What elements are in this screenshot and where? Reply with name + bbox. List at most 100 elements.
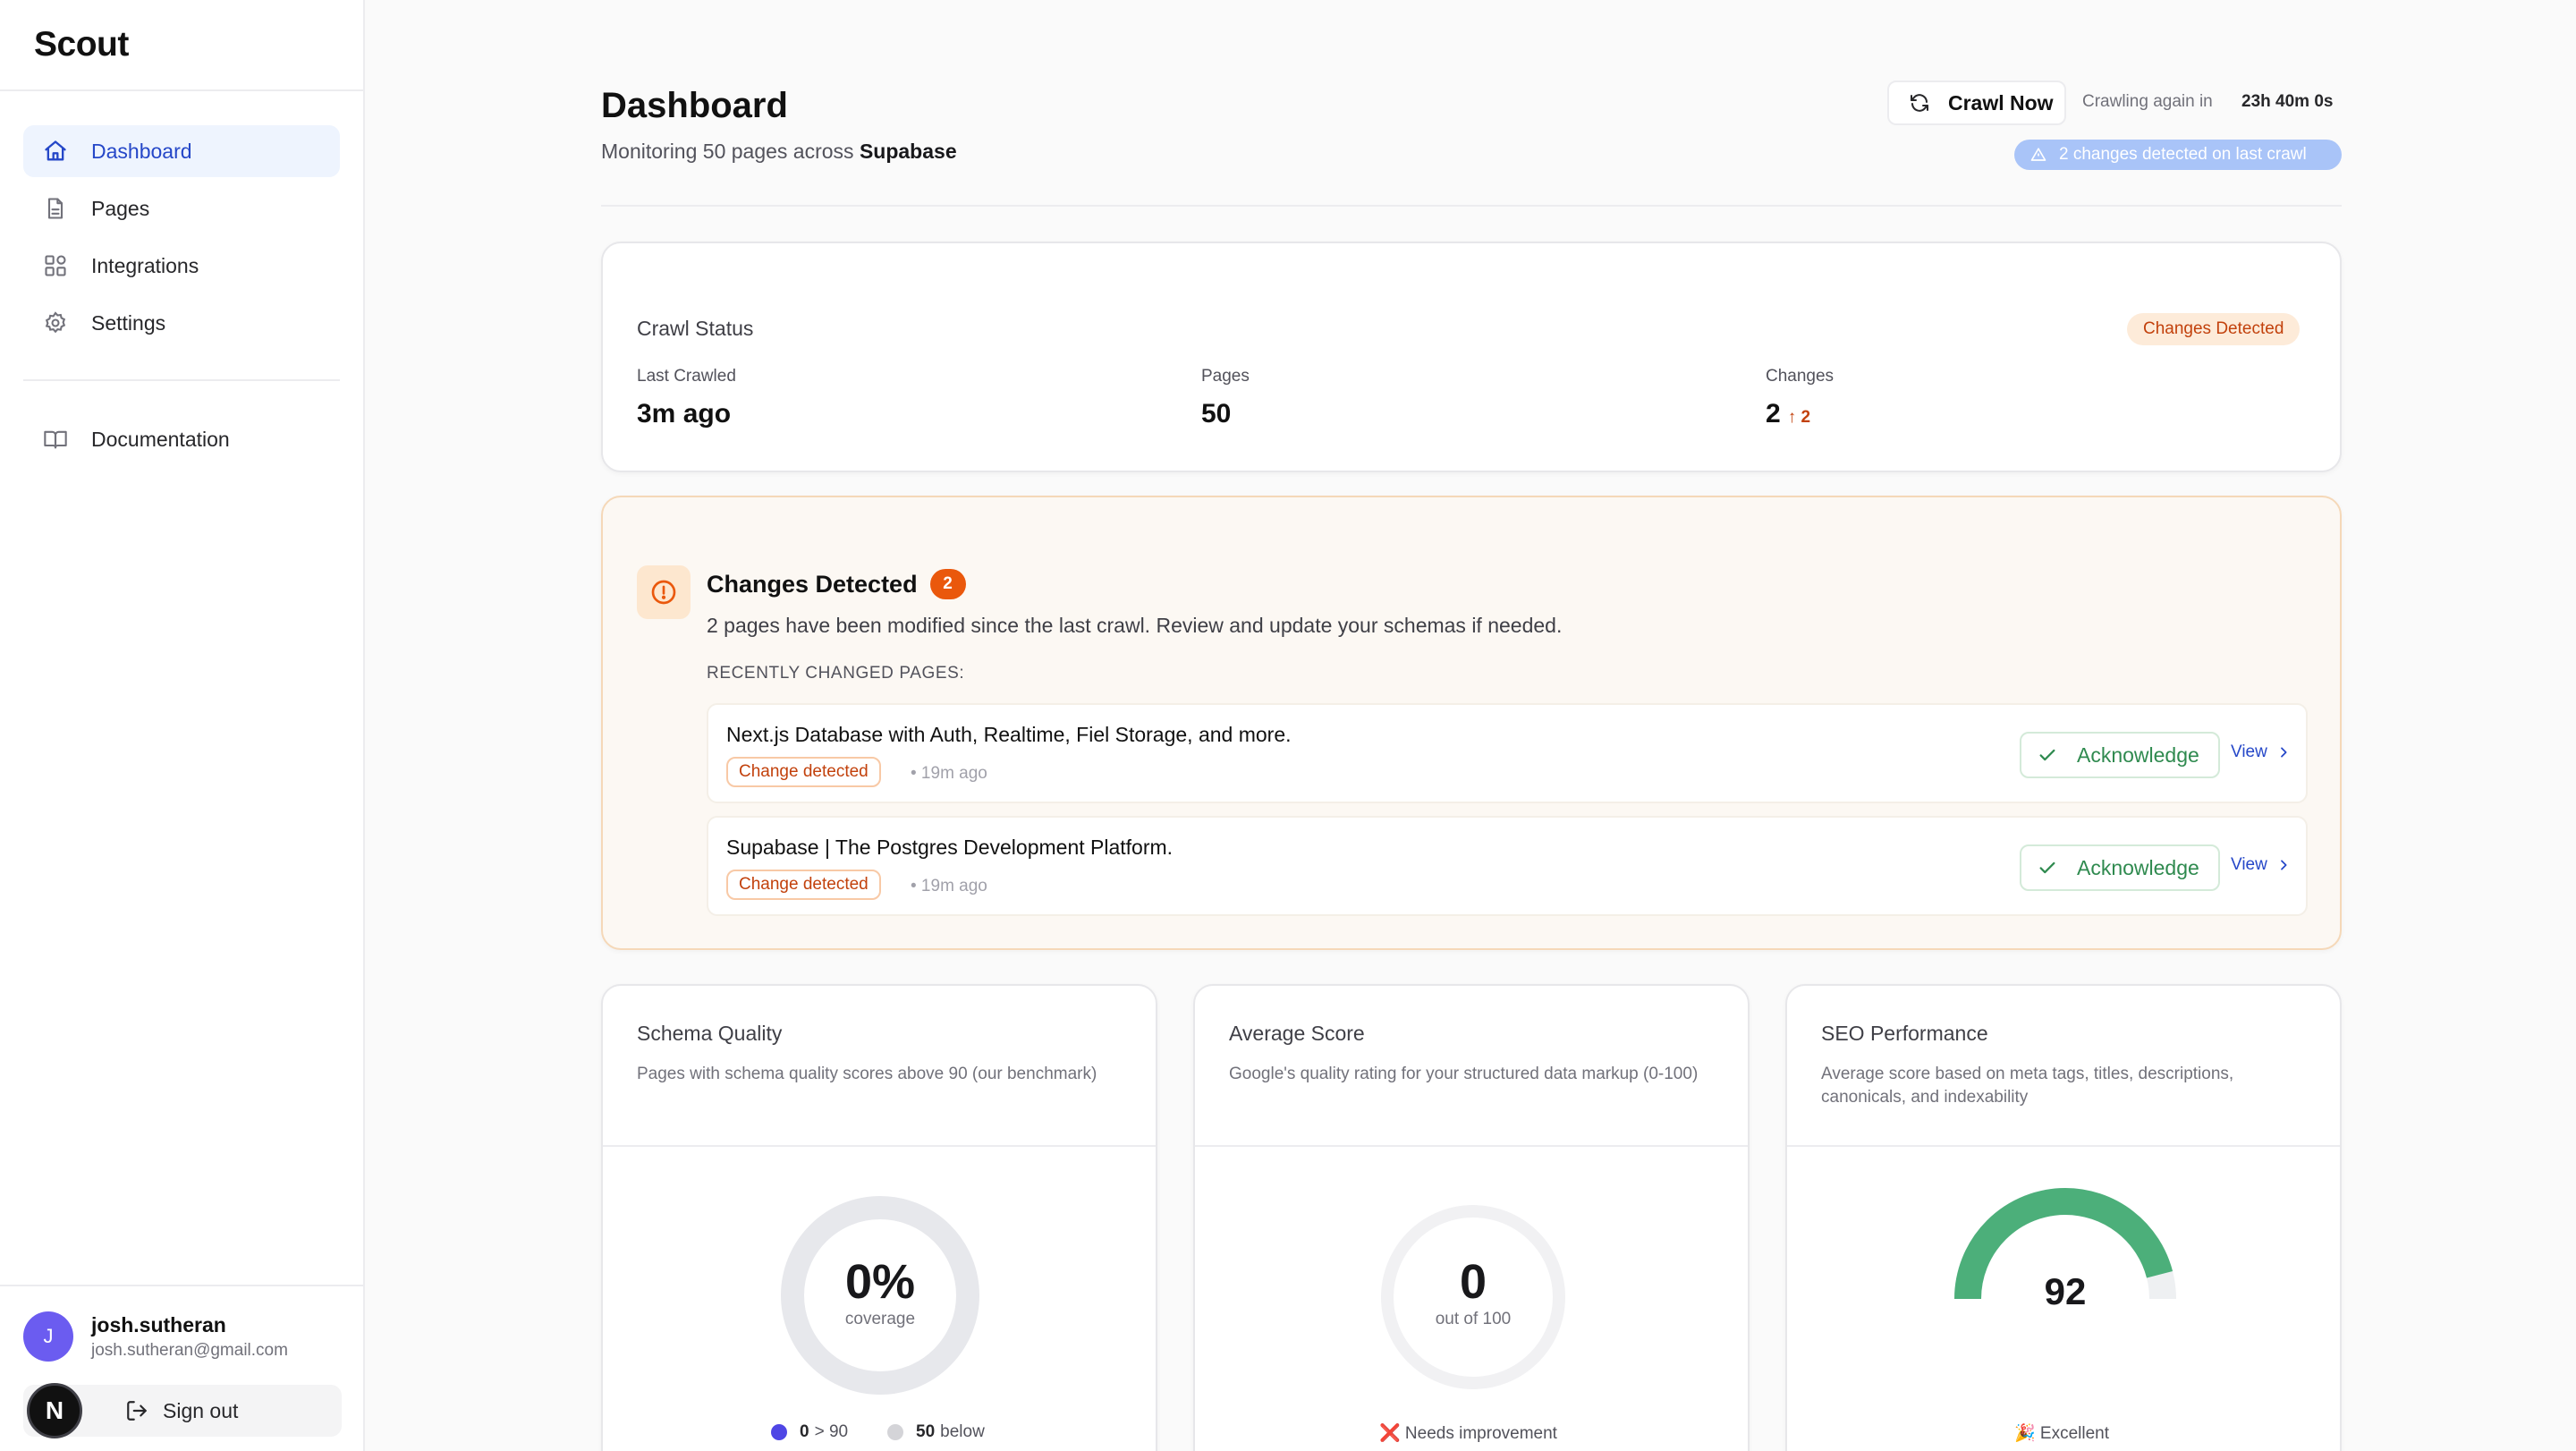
seo-value: 92: [2044, 1270, 2087, 1312]
sidebar-divider: [23, 379, 340, 381]
header-divider: [601, 205, 2342, 207]
seo-performance-card: SEO Performance Average score based on m…: [1785, 984, 2342, 1451]
seo-performance-description: Average score based on meta tags, titles…: [1821, 1065, 2234, 1107]
grid-icon: [41, 251, 70, 280]
sidebar-item-dashboard[interactable]: Dashboard: [23, 125, 340, 177]
crawl-now-label: Crawl Now: [1948, 90, 2054, 115]
crawl-status-title: Crawl Status: [637, 317, 754, 340]
seo-readout: 92: [1949, 1270, 2182, 1313]
score-status: ❌ Needs improvement: [1379, 1424, 1557, 1443]
user-name: josh.sutheran: [91, 1312, 226, 1336]
chevron-right-icon: [2276, 745, 2291, 759]
sign-out-label: Sign out: [163, 1398, 239, 1422]
view-link[interactable]: View: [2231, 742, 2291, 762]
changes-detected-pill[interactable]: 2 changes detected on last crawl: [2014, 140, 2342, 170]
sidebar-secondary-nav: Documentation: [0, 413, 363, 465]
stat-value-text: 50: [1201, 399, 1232, 429]
view-link[interactable]: View: [2231, 855, 2291, 875]
crawl-now-button[interactable]: Crawl Now: [1887, 81, 2066, 125]
legend-count: 50: [916, 1422, 936, 1441]
stat-value-text: 2: [1766, 399, 1781, 429]
dev-tools-badge[interactable]: N: [27, 1383, 82, 1438]
sidebar-item-settings[interactable]: Settings: [23, 297, 340, 349]
list-item: Next.js Database with Auth, Realtime, Fi…: [707, 703, 2308, 803]
stat-label: Last Crawled: [637, 367, 736, 386]
average-score-card: Average Score Google's quality rating fo…: [1193, 984, 1750, 1451]
legend-dot-below: [887, 1424, 903, 1440]
coverage-readout: 0% coverage: [773, 1254, 987, 1329]
changes-count-badge: 2: [929, 569, 966, 599]
changes-pill-text: 2 changes detected on last crawl: [2059, 145, 2307, 164]
coverage-caption: coverage: [844, 1310, 916, 1328]
page-subtitle: Monitoring 50 pages across Supabase: [601, 140, 957, 164]
legend-label: > 90: [814, 1422, 849, 1441]
change-time: • 19m ago: [911, 877, 987, 895]
stat-label: Changes: [1766, 367, 1835, 386]
user-profile[interactable]: J josh.sutheran josh.sutheran@gmail.com: [23, 1311, 288, 1362]
stat-value: 50: [1201, 399, 1250, 429]
change-detected-badge: Change detected: [726, 870, 881, 900]
change-detected-badge: Change detected: [726, 757, 881, 787]
home-icon: [41, 137, 70, 165]
card-divider: [1787, 1145, 2340, 1147]
status-badge: Changes Detected: [2127, 313, 2301, 345]
page-title: Dashboard: [601, 86, 788, 125]
schema-quality-title: Schema Quality: [637, 1022, 783, 1045]
sidebar-item-documentation[interactable]: Documentation: [23, 413, 340, 465]
changed-page-title: Next.js Database with Auth, Realtime, Fi…: [726, 723, 1292, 746]
acknowledge-label: Acknowledge: [2077, 855, 2199, 879]
sidebar-item-label: Settings: [91, 310, 166, 335]
legend-count: 0: [800, 1422, 809, 1441]
sign-out-icon: [125, 1399, 148, 1422]
average-score-description: Google's quality rating for your structu…: [1229, 1065, 1699, 1083]
gear-icon: [41, 309, 70, 337]
view-label: View: [2231, 855, 2267, 874]
stat-pages: Pages 50: [1201, 367, 1250, 429]
sidebar-item-label: Pages: [91, 196, 150, 220]
app-logo[interactable]: Scout: [0, 0, 363, 91]
sidebar-item-pages[interactable]: Pages: [23, 182, 340, 234]
card-divider: [1195, 1145, 1748, 1147]
user-email: josh.sutheran@gmail.com: [91, 1340, 288, 1360]
schema-quality-card: Schema Quality Pages with schema quality…: [601, 984, 1157, 1451]
changed-page-title: Supabase | The Postgres Development Plat…: [726, 836, 1174, 859]
book-icon: [41, 425, 70, 454]
warning-icon: [2030, 147, 2046, 163]
list-item: Supabase | The Postgres Development Plat…: [707, 816, 2308, 916]
subtitle-text: Monitoring 50 pages across: [601, 140, 854, 163]
seo-performance-title: SEO Performance: [1821, 1022, 1988, 1045]
legend-dot-above: [771, 1424, 787, 1440]
changes-title: Changes Detected 2: [707, 569, 966, 599]
stat-value: 2 ↑ 2: [1766, 399, 1834, 429]
sidebar: Scout Dashboard Pages Integrations Setti…: [0, 0, 365, 1451]
stat-value-text: 3m ago: [637, 399, 732, 429]
acknowledge-button[interactable]: Acknowledge: [2020, 844, 2220, 891]
avatar: J: [23, 1311, 73, 1362]
sidebar-footer: J josh.sutheran josh.sutheran@gmail.com …: [0, 1285, 365, 1451]
legend-below: 50 below: [887, 1422, 985, 1442]
acknowledge-button[interactable]: Acknowledge: [2020, 732, 2220, 778]
check-icon: [2038, 745, 2057, 765]
changes-description: 2 pages have been modified since the las…: [707, 614, 1563, 637]
sidebar-item-label: Integrations: [91, 253, 199, 277]
arrow-up-icon: ↑: [1787, 408, 1797, 427]
subtitle-site: Supabase: [859, 140, 957, 163]
view-label: View: [2231, 742, 2267, 761]
sidebar-item-label: Dashboard: [91, 139, 192, 163]
stat-changes: Changes 2 ↑ 2: [1766, 367, 1834, 429]
change-time: • 19m ago: [911, 764, 987, 783]
sidebar-item-label: Documentation: [91, 427, 230, 451]
legend-label: below: [940, 1422, 985, 1441]
alert-circle-icon: [637, 565, 691, 619]
stat-last-crawled: Last Crawled 3m ago: [637, 367, 736, 429]
card-divider: [603, 1145, 1156, 1147]
file-icon: [41, 194, 70, 223]
sidebar-item-integrations[interactable]: Integrations: [23, 240, 340, 292]
average-score-title: Average Score: [1229, 1022, 1365, 1045]
changes-detected-card: Changes Detected 2 2 pages have been mod…: [601, 496, 2342, 950]
refresh-icon: [1909, 92, 1930, 114]
score-readout: 0 out of 100: [1375, 1254, 1572, 1329]
crawl-status-card: Crawl Status Changes Detected Last Crawl…: [601, 242, 2342, 472]
chevron-right-icon: [2276, 858, 2291, 872]
stat-value: 3m ago: [637, 399, 736, 429]
